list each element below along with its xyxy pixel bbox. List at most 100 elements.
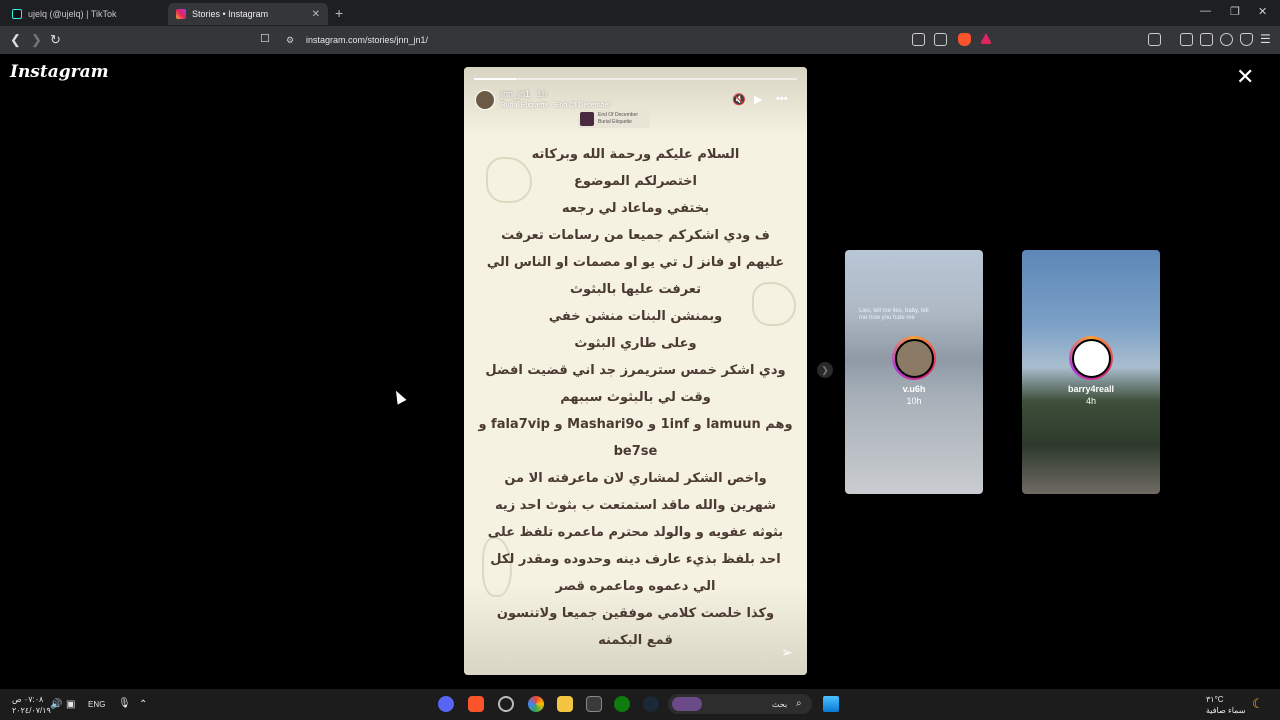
leo-ai-icon[interactable]: [1220, 33, 1233, 46]
chrome-icon[interactable]: [528, 696, 544, 712]
story-text-line: وقت لي بالبثوث سببهم: [560, 390, 711, 405]
story-text-line: ف ودي اشكركم جميعا من رسامات تعرفت: [501, 228, 770, 243]
maximize-button[interactable]: ❐: [1230, 5, 1240, 18]
scrollbar[interactable]: [1271, 58, 1276, 678]
story-text-line: وكذا خلصت كلامي موفقين جميعا ولاتنسون: [496, 606, 775, 621]
search-placeholder: بحث: [772, 700, 788, 709]
share-icon[interactable]: [934, 33, 947, 46]
story-text-line: احد بلفظ بذيء عارف دينه وحدوده ومقدر لكل: [490, 552, 781, 567]
taskbar-search[interactable]: بحث ⌕: [668, 694, 812, 714]
preview-username: barry4reall: [1067, 384, 1115, 394]
play-icon[interactable]: ▶: [754, 93, 762, 106]
weather-moon-icon[interactable]: ☾: [1252, 696, 1264, 712]
brave-shield-icon[interactable]: [958, 33, 971, 46]
clock-date[interactable]: ٢٠٢٤/٠٧/١٩: [12, 706, 51, 715]
story-text-line: اختصرلكم الموضوع: [574, 174, 697, 189]
xbox-icon[interactable]: [614, 696, 630, 712]
story-viewer[interactable]: jnn_jn1 1h Burial Etiquette · End Of Dec…: [464, 67, 807, 675]
start-icon[interactable]: [823, 696, 839, 712]
more-options-icon[interactable]: •••: [776, 93, 788, 105]
instagram-icon: [176, 9, 186, 19]
avatar-ring: [1069, 336, 1113, 380]
tab-title: Stories • Instagram: [192, 9, 269, 19]
tab-strip: ujelq (@ujelq) | TikTok Stories • Instag…: [0, 0, 1280, 26]
story-text-line: عليهم او فانز ل تي يو او مصمات او الناس …: [486, 255, 785, 270]
search-icon: ⌕: [796, 698, 802, 709]
preview-time: 10h: [906, 396, 922, 406]
weather-temp[interactable]: ٣١°C: [1206, 695, 1224, 704]
avatar-ring: [892, 336, 936, 380]
tab-tiktok[interactable]: ujelq (@ujelq) | TikTok: [4, 3, 164, 25]
close-tab-icon[interactable]: ✕: [312, 9, 320, 20]
preview-time: 4h: [1085, 396, 1096, 406]
stories-page: Instagram ✕ jnn_jn1 1h Burial Etiquette …: [0, 54, 1280, 689]
microphone-icon[interactable]: 🎙: [118, 698, 131, 709]
story-text-line: قمع البكمنه: [598, 633, 673, 648]
send-icon[interactable]: ➢: [781, 644, 793, 661]
window-close-button[interactable]: ✕: [1258, 5, 1267, 18]
story-text-line: السلام عليكم ورحمة الله وبركاته: [531, 147, 740, 162]
bookmark-icon[interactable]: ☐: [260, 32, 270, 45]
sticker-title: End Of December: [598, 112, 639, 118]
story-text-line: بثوثه عفويه و والولد محترم ماعمره تلفظ ع…: [487, 525, 784, 540]
story-preview[interactable]: barry4reall 4h: [1022, 250, 1160, 494]
steam-icon[interactable]: [643, 696, 659, 712]
tiktok-icon: [12, 9, 22, 19]
minimize-button[interactable]: —: [1200, 5, 1211, 17]
clock-time[interactable]: ٠٧:٠٨ ص: [12, 695, 43, 704]
vpn-icon[interactable]: [1240, 33, 1253, 46]
reader-icon[interactable]: [1148, 33, 1161, 46]
story-text-line: شهرين والله ماقد استمتعت ب بثوث احد زيه: [495, 498, 776, 513]
music-sticker[interactable]: End Of December Burial Etiquette: [578, 110, 650, 128]
mouse-cursor: [391, 388, 407, 405]
weather-desc[interactable]: سماء صافية: [1206, 706, 1246, 715]
volume-icon[interactable]: 🔊: [50, 699, 62, 710]
mute-icon[interactable]: 🔇: [732, 93, 746, 106]
story-text-line: بختفي وماعاد لي رجعه: [561, 201, 710, 216]
taskbar: ٠٧:٠٨ ص ٢٠٢٤/٠٧/١٩ 🔊 ▣ ENG 🎙 ⌃ بحث ⌕ ٣١°…: [0, 689, 1280, 720]
avatar: [894, 338, 934, 378]
new-tab-button[interactable]: +: [335, 5, 343, 21]
instagram-logo[interactable]: Instagram: [10, 62, 109, 82]
menu-icon[interactable]: ☰: [1260, 32, 1271, 46]
brave-icon[interactable]: [468, 696, 484, 712]
story-text-line: ودي اشكر خمس ستريمرز جد اني قضيت افضل: [485, 363, 786, 378]
sidebar-icon[interactable]: [1180, 33, 1193, 46]
file-explorer-icon[interactable]: [557, 696, 573, 712]
reload-icon[interactable]: ↻: [50, 32, 61, 48]
close-icon[interactable]: ✕: [1236, 66, 1254, 88]
album-art: [580, 112, 594, 126]
network-icon[interactable]: ▣: [66, 699, 75, 710]
avatar[interactable]: [475, 90, 495, 110]
discord-icon[interactable]: [438, 696, 454, 712]
site-info-icon[interactable]: ⚙: [286, 35, 294, 46]
music-label[interactable]: Burial Etiquette · End Of December: [501, 102, 611, 109]
story-text-line: الي دعموه وماعمره قصر: [555, 579, 716, 594]
story-username[interactable]: jnn_jn1: [501, 89, 530, 99]
cast-icon[interactable]: [912, 33, 925, 46]
story-text-line: واخص الشكر لمشاري لان ماعرفته الا من: [504, 471, 767, 486]
preview-username: v.u6h: [902, 384, 926, 394]
chevron-up-icon[interactable]: ⌃: [139, 699, 147, 710]
brave-rewards-icon[interactable]: [980, 33, 992, 44]
back-icon[interactable]: ❮: [10, 32, 21, 48]
story-progress-bar: [474, 78, 797, 80]
steam-vr-icon[interactable]: [498, 696, 514, 712]
sticker-artist: Burial Etiquette: [598, 119, 632, 125]
browser-toolbar: ❮ ❯ ↻ ☐ ⚙ instagram.com/stories/jnn_jn1/…: [0, 26, 1280, 54]
url-text: instagram.com/stories/jnn_jn1/: [306, 35, 429, 45]
story-text-line: تعرفت عليها بالبثوث: [569, 282, 702, 297]
story-text-line: وعلى طاري البثوث: [574, 336, 697, 351]
store-icon[interactable]: [586, 696, 602, 712]
story-preview-caption: Lies, tell me lies, baby, tell me how yo…: [859, 308, 929, 321]
story-text: السلام عليكم ورحمة الله وبركاته اختصرلكم …: [464, 141, 807, 654]
story-time: 1h: [537, 89, 548, 99]
forward-icon[interactable]: ❯: [31, 32, 42, 48]
wallet-icon[interactable]: [1200, 33, 1213, 46]
tab-title: ujelq (@ujelq) | TikTok: [28, 9, 117, 19]
tab-instagram[interactable]: Stories • Instagram ✕: [168, 3, 328, 25]
language-indicator[interactable]: ENG: [88, 700, 105, 709]
address-bar[interactable]: ⚙ instagram.com/stories/jnn_jn1/: [280, 30, 1000, 50]
story-preview[interactable]: Lies, tell me lies, baby, tell me how yo…: [845, 250, 983, 494]
next-story-arrow[interactable]: ❯: [817, 362, 833, 378]
